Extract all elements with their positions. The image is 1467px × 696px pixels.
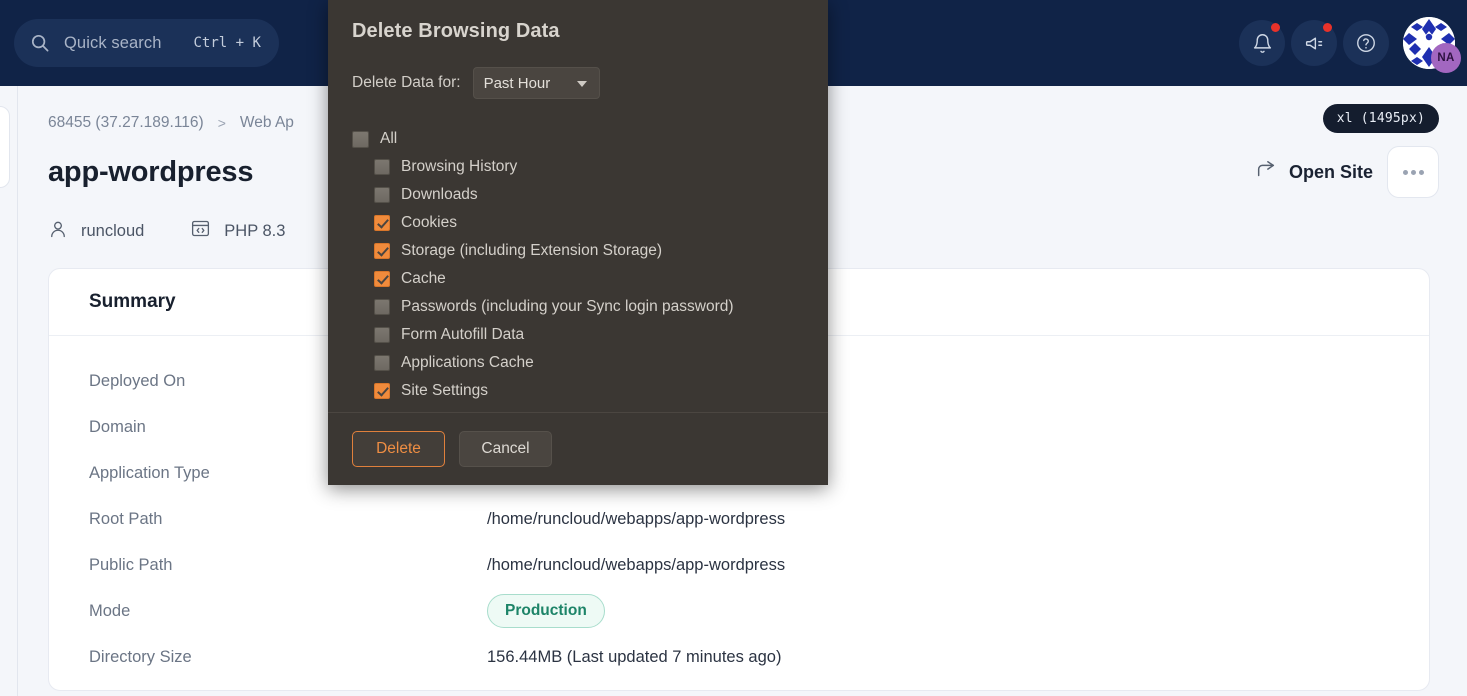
checkbox-label-cookies: Cookies (401, 214, 457, 231)
search-icon (30, 33, 50, 53)
summary-value: /home/runcloud/webapps/app-wordpress (487, 509, 786, 528)
meta-owner-label: runcloud (81, 221, 145, 240)
summary-row-mode: Mode Production (89, 588, 1389, 634)
checkbox-label-passwords: Passwords (including your Sync login pas… (401, 298, 734, 315)
dialog-title: Delete Browsing Data (352, 20, 560, 42)
announcements-button[interactable] (1291, 20, 1337, 66)
user-icon (48, 219, 68, 244)
time-range-selected-value: Past Hour (483, 74, 551, 92)
time-range-select[interactable]: Past Hour (472, 67, 600, 99)
checkbox-row-applications-cache[interactable]: Applications Cache (374, 349, 804, 377)
checkbox-row-site-settings[interactable]: Site Settings (374, 377, 804, 405)
checkbox-downloads[interactable] (374, 187, 390, 203)
page-title: app-wordpress (48, 155, 254, 188)
breadcrumb-item-webapps[interactable]: Web Ap (240, 114, 294, 132)
checkbox-row-cookies[interactable]: Cookies (374, 209, 804, 237)
summary-value: Production (487, 594, 605, 628)
summary-value: 156.44MB (Last updated 7 minutes ago) (487, 647, 782, 666)
ellipsis-icon-dot-3 (1418, 169, 1424, 175)
checkbox-cache[interactable] (374, 271, 390, 287)
meta-php-label: PHP 8.3 (224, 221, 286, 240)
quick-search-input[interactable]: Quick search Ctrl + K (14, 19, 279, 67)
delete-range-row: Delete Data for: Past Hour (352, 67, 804, 99)
checkbox-label-storage: Storage (including Extension Storage) (401, 242, 663, 259)
open-site-label: Open Site (1288, 161, 1373, 182)
checkbox-row-cache[interactable]: Cache (374, 265, 804, 293)
checkbox-storage[interactable] (374, 243, 390, 259)
checkbox-row-form-autofill[interactable]: Form Autofill Data (374, 321, 804, 349)
checkbox-label-site-settings: Site Settings (401, 382, 489, 399)
checkbox-browsing-history[interactable] (374, 159, 390, 175)
cancel-button[interactable]: Cancel (459, 431, 552, 467)
checkbox-site-settings[interactable] (374, 383, 390, 399)
checkbox-cookies[interactable] (374, 215, 390, 231)
quick-search-placeholder: Quick search (64, 33, 162, 52)
checkbox-all[interactable] (352, 130, 369, 148)
user-avatar[interactable]: NA (1403, 17, 1461, 73)
open-site-button[interactable]: Open Site (1255, 159, 1373, 186)
status-badge: Production (487, 594, 605, 628)
checkbox-label-cache: Cache (401, 270, 446, 287)
summary-label: Mode (89, 601, 131, 620)
sidebar-collapsed-rail (0, 86, 18, 696)
announcements-badge-dot (1323, 23, 1332, 32)
quick-search-shortcut: Ctrl + K (193, 35, 261, 51)
breadcrumb-separator-icon: > (217, 115, 226, 131)
delete-browsing-data-dialog: Delete Browsing Data Delete Data for: Pa… (328, 0, 828, 485)
checkbox-passwords[interactable] (374, 299, 390, 315)
checkbox-label-all: All (380, 130, 398, 147)
summary-label: Root Path (89, 509, 163, 528)
more-actions-button[interactable] (1387, 146, 1439, 198)
summary-row-root-path: Root Path /home/runcloud/webapps/app-wor… (89, 496, 1389, 542)
notifications-button[interactable] (1239, 20, 1285, 66)
summary-label: Directory Size (89, 647, 192, 666)
checkbox-row-passwords[interactable]: Passwords (including your Sync login pas… (374, 293, 804, 321)
ellipsis-icon-dot-1 (1402, 169, 1408, 175)
checkbox-label-form-autofill: Form Autofill Data (401, 326, 525, 343)
topbar-left: Quick search Ctrl + K (0, 19, 279, 67)
meta-php-version: PHP 8.3 (190, 218, 285, 244)
checkbox-row-browsing-history[interactable]: Browsing History (374, 153, 804, 181)
checkbox-row-downloads[interactable]: Downloads (374, 181, 804, 209)
checkbox-row-storage[interactable]: Storage (including Extension Storage) (374, 237, 804, 265)
viewport-size-badge: xl (1495px) (1322, 104, 1439, 133)
ellipsis-icon-dot-2 (1410, 169, 1416, 175)
meta-owner: runcloud (48, 219, 144, 244)
checkbox-label-applications-cache: Applications Cache (401, 354, 534, 371)
delete-button[interactable]: Delete (352, 431, 445, 467)
sidebar-toggle-handle[interactable] (0, 106, 10, 188)
summary-label: Public Path (89, 555, 173, 574)
breadcrumb-item-server[interactable]: 68455 (37.27.189.116) (48, 114, 204, 132)
checkbox-label-downloads: Downloads (401, 186, 478, 203)
data-types-list: All Browsing History Downloads Cookies S… (352, 125, 804, 405)
avatar-initials-badge: NA (1431, 43, 1461, 73)
page-header-actions: Open Site (1255, 146, 1439, 198)
summary-value: /home/runcloud/webapps/app-wordpress (487, 555, 786, 574)
summary-row-directory-size: Directory Size 156.44MB (Last updated 7 … (89, 634, 1389, 680)
notifications-badge-dot (1271, 23, 1280, 32)
help-button[interactable] (1343, 20, 1389, 66)
code-window-icon (190, 218, 211, 244)
dialog-body: Delete Browsing Data Delete Data for: Pa… (328, 0, 828, 412)
checkbox-form-autofill[interactable] (374, 327, 390, 343)
checkbox-label-browsing-history: Browsing History (401, 158, 518, 175)
summary-row-public-path: Public Path /home/runcloud/webapps/app-w… (89, 542, 1389, 588)
chevron-down-icon (576, 81, 587, 87)
delete-range-label: Delete Data for: (352, 74, 461, 91)
topbar-actions: NA (1239, 0, 1461, 86)
checkbox-applications-cache[interactable] (374, 355, 390, 371)
external-arrow-icon (1255, 159, 1277, 186)
checkbox-row-all[interactable]: All (352, 125, 804, 153)
dialog-footer: Delete Cancel (328, 412, 828, 485)
